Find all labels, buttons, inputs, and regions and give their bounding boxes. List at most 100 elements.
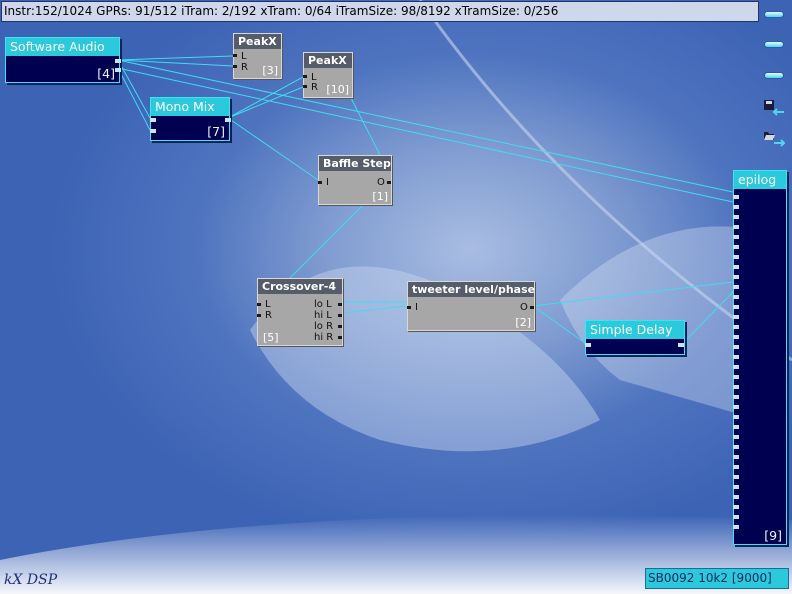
pin-label: R [265,310,272,321]
epilog-input-pin[interactable] [733,235,739,239]
epilog-input-pin[interactable] [733,445,739,449]
output-pin[interactable] [338,303,342,306]
epilog-input-pin[interactable] [733,425,739,429]
epilog-input-pin[interactable] [733,335,739,339]
pin-label: lo R [314,321,334,332]
menu-button-3[interactable] [762,67,786,83]
crossover-4-plugin[interactable]: Crossover-4 L R lo L hi L lo R hi R [5] [257,278,343,346]
epilog-input-pin[interactable] [733,385,739,389]
plugin-id: [7] [207,124,225,139]
input-pin-l[interactable] [303,75,307,78]
pin-label: hi R [314,332,334,343]
save-button[interactable] [762,99,786,119]
kx-dsp-logo: kX DSP [4,572,58,588]
software-audio-plugin[interactable]: Software Audio [4] [5,37,121,83]
epilog-input-pin[interactable] [733,345,739,349]
input-pin-r[interactable] [233,65,237,68]
input-pin-l[interactable] [233,54,237,57]
peakx-plugin-1[interactable]: PeakX L R [3] [233,33,282,79]
epilog-input-pin[interactable] [733,205,739,209]
plugin-title: PeakX [304,53,352,68]
menu-button-2[interactable] [762,36,786,52]
epilog-input-pin[interactable] [733,375,739,379]
dsp-canvas[interactable]: Instr:152/1024 GPRs: 91/512 iTram: 2/192… [0,0,792,594]
plugin-title: Software Audio [6,38,119,56]
input-pin[interactable] [585,343,591,347]
epilog-input-pin[interactable] [733,195,739,199]
epilog-input-pin[interactable] [733,305,739,309]
mono-mix-plugin[interactable]: Mono Mix [7] [150,97,231,141]
epilog-input-pin[interactable] [733,435,739,439]
epilog-input-pin[interactable] [733,355,739,359]
plugin-id: [2] [515,316,531,329]
input-pin-r[interactable] [303,85,307,88]
epilog-input-pin[interactable] [733,275,739,279]
plugin-title: Simple Delay [586,321,684,339]
peakx-plugin-2[interactable]: PeakX L R [10] [303,52,353,98]
output-pin[interactable] [115,59,121,63]
input-pin[interactable] [407,306,411,309]
menu-bar-icon [765,41,783,47]
epilog-input-pin[interactable] [733,475,739,479]
epilog-input-pin[interactable] [733,455,739,459]
baffle-step-plugin[interactable]: Baffle Step I O [1] [318,155,392,205]
epilog-input-pin[interactable] [733,495,739,499]
epilog-input-pin[interactable] [733,485,739,489]
open-button[interactable] [762,129,786,149]
pin-label: O [377,177,385,188]
output-pin[interactable] [678,343,684,347]
folder-open-icon [764,132,786,147]
menu-bar-icon [765,11,783,17]
simple-delay-plugin[interactable]: Simple Delay [585,320,685,355]
epilog-input-pin[interactable] [733,325,739,329]
pin-label: R [241,62,248,73]
plugin-id: [10] [326,83,349,96]
pin-label: I [415,302,418,313]
input-pin[interactable] [150,129,156,133]
plugin-title: Baffle Step [319,156,391,171]
floppy-disk-icon [764,100,784,116]
epilog-input-pin[interactable] [733,525,739,529]
input-pin[interactable] [150,118,156,122]
epilog-input-pin[interactable] [733,285,739,289]
epilog-input-pin[interactable] [733,405,739,409]
epilog-input-pin[interactable] [733,415,739,419]
pin-label: R [311,82,318,93]
epilog-input-pin[interactable] [733,245,739,249]
plugin-title: tweeter level/phase [408,282,534,297]
plugin-title: epilog [734,171,786,189]
epilog-input-pin[interactable] [733,255,739,259]
input-pin[interactable] [318,181,322,184]
epilog-input-pin[interactable] [733,505,739,509]
epilog-plugin[interactable]: epilog [9] [733,170,787,545]
pin-label: hi L [314,310,332,321]
epilog-input-pin[interactable] [733,295,739,299]
epilog-input-pin[interactable] [733,365,739,369]
epilog-input-pin[interactable] [733,215,739,219]
plugin-title: Crossover-4 [258,279,342,294]
output-pin[interactable] [338,336,342,339]
plugin-title: Mono Mix [151,98,229,116]
output-pin[interactable] [530,306,534,309]
menu-button-1[interactable] [762,6,786,22]
output-pin[interactable] [115,68,121,72]
pin-label: O [520,302,528,313]
output-pin[interactable] [225,118,231,122]
epilog-input-pin[interactable] [733,465,739,469]
plugin-id: [4] [97,66,115,81]
output-pin[interactable] [387,181,391,184]
output-pin[interactable] [338,325,342,328]
plugin-id: [9] [764,528,782,543]
epilog-input-pin[interactable] [733,515,739,519]
pin-label: L [265,299,271,310]
background-artwork [0,0,792,594]
input-pin-r[interactable] [257,314,261,317]
epilog-input-pin[interactable] [733,315,739,319]
epilog-input-pin[interactable] [733,265,739,269]
tweeter-level-phase-plugin[interactable]: tweeter level/phase I O [2] [407,281,535,331]
epilog-input-pin[interactable] [733,225,739,229]
plugin-id: [1] [372,190,388,203]
epilog-input-pin[interactable] [733,395,739,399]
output-pin[interactable] [338,314,342,317]
input-pin-l[interactable] [257,303,261,306]
